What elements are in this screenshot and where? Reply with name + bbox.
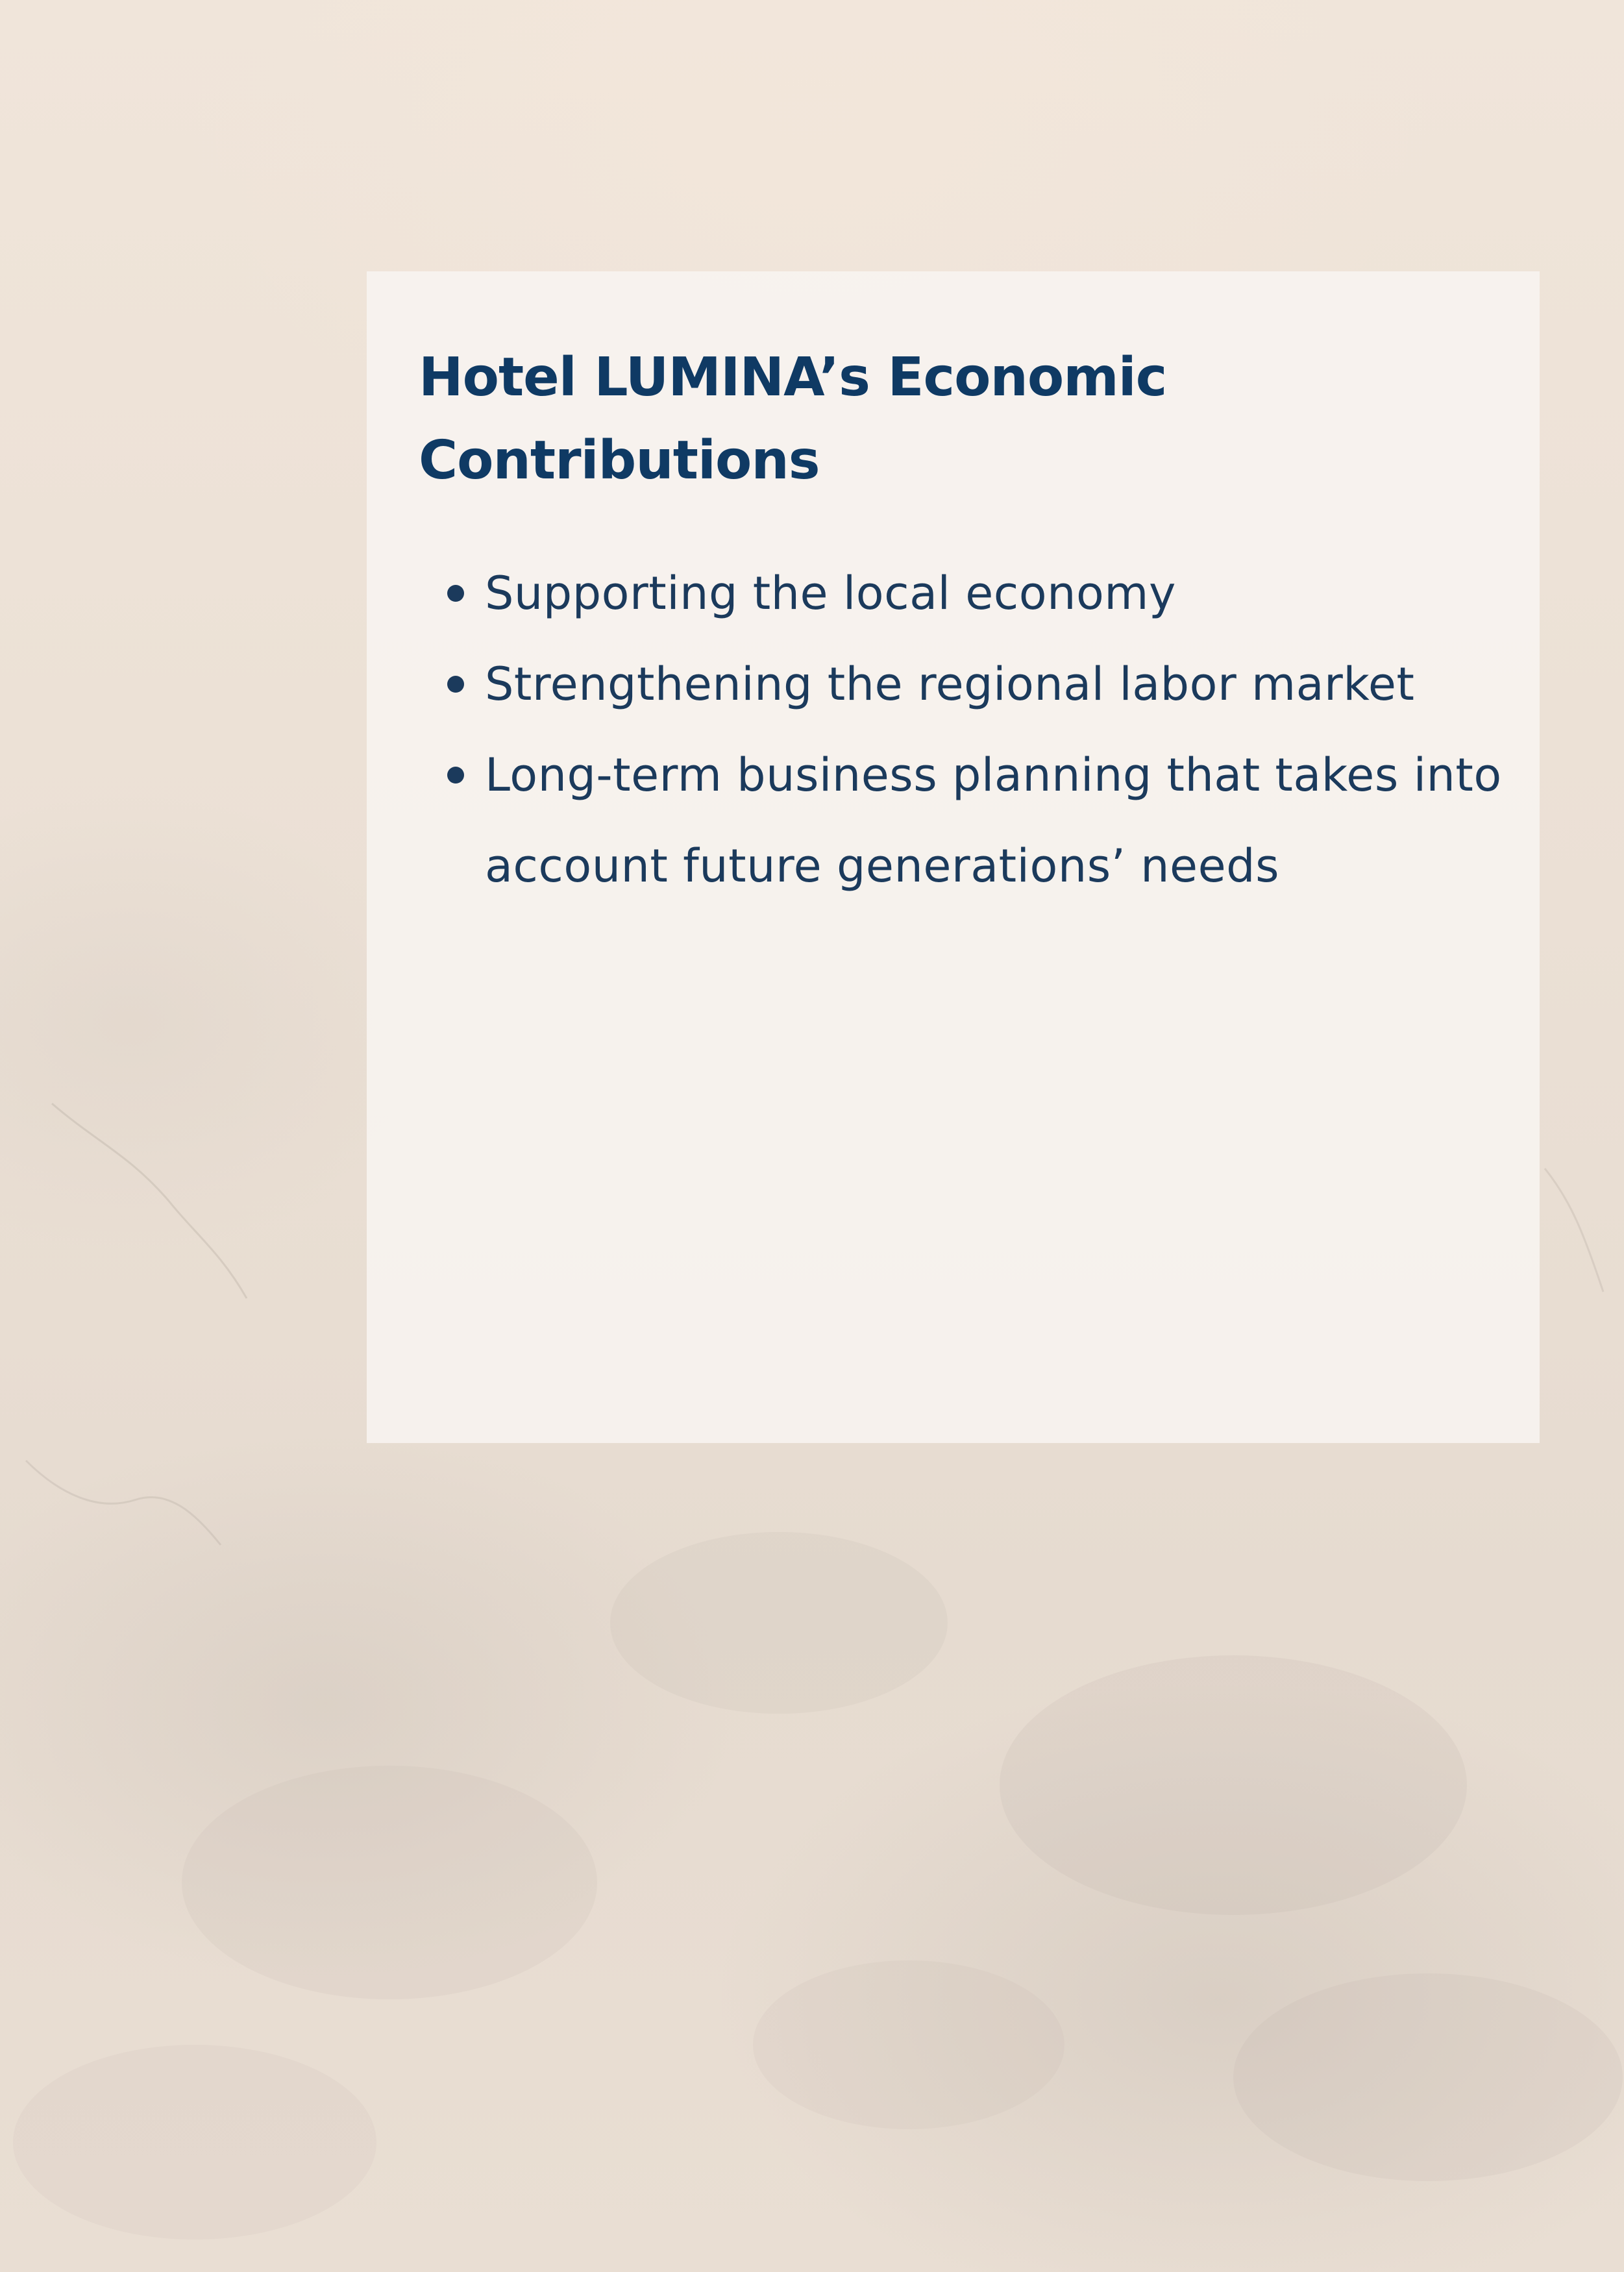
- bullet-dot-icon: [447, 767, 464, 784]
- list-item: Strengthening the regional labor market: [419, 639, 1501, 730]
- bullet-dot-icon: [447, 585, 464, 602]
- list-item-text: Long-term business planning that takes i…: [485, 748, 1502, 893]
- bullet-dot-icon: [447, 676, 464, 693]
- list-item: Supporting the local economy: [419, 548, 1501, 639]
- list-item-text: Strengthening the regional labor market: [485, 658, 1415, 711]
- content-panel: Hotel LUMINA’s Economic Contributions Su…: [367, 271, 1540, 1443]
- list-item: Long-term business planning that takes i…: [419, 730, 1523, 911]
- list-item-text: Supporting the local economy: [485, 567, 1176, 620]
- page-title: Hotel LUMINA’s Economic Contributions: [419, 347, 1167, 491]
- contributions-list: Supporting the local economy Strengtheni…: [419, 548, 1501, 911]
